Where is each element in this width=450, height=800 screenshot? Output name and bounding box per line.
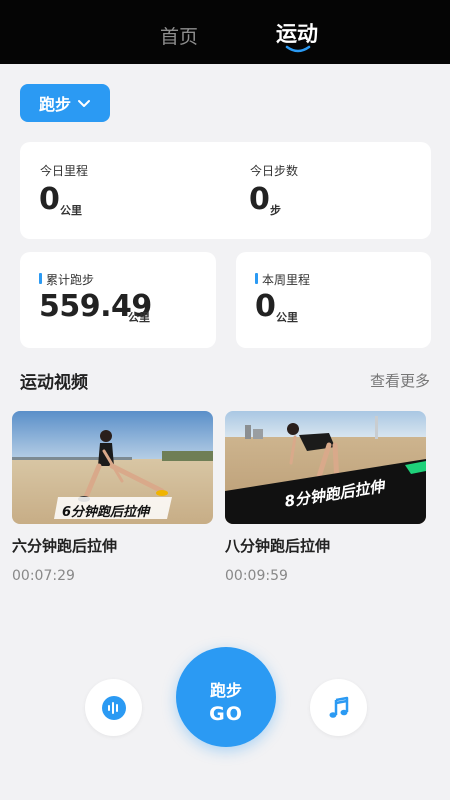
video-2-title[interactable]: 八分钟跑后拉伸 — [225, 535, 330, 556]
week-distance-label: 本周里程 — [262, 273, 311, 287]
tab-sport[interactable]: 运动 — [276, 18, 318, 48]
video-2-image — [225, 411, 426, 524]
today-distance-label: 今日里程 — [40, 164, 89, 178]
today-stats-card: 今日里程 0 公里 今日步数 0 步 — [20, 142, 431, 239]
dropdown-label: 跑步 — [38, 95, 71, 114]
top-bar: 首页 运动 — [0, 0, 450, 64]
chevron-down-icon — [78, 100, 90, 107]
videos-section-title: 运动视频 — [20, 373, 88, 393]
go-label: GO — [209, 703, 243, 725]
start-run-label: 跑步 — [209, 681, 242, 700]
video-2-duration: 00:09:59 — [225, 568, 288, 584]
week-distance-card: 本周里程 0 公里 — [236, 252, 431, 348]
video-1-title[interactable]: 六分钟跑后拉伸 — [12, 535, 117, 556]
total-run-card: 累计跑步 559.49 公里 — [20, 252, 216, 348]
accent-bar — [39, 273, 42, 284]
music-button[interactable] — [310, 679, 367, 736]
tab-active-indicator — [285, 45, 311, 53]
today-steps-unit: 步 — [270, 204, 281, 217]
week-distance-value: 0 — [255, 289, 276, 324]
view-more-link[interactable]: 查看更多 — [370, 370, 430, 391]
sport-type-dropdown[interactable]: 跑步 — [20, 84, 110, 122]
today-steps-label: 今日步数 — [250, 164, 299, 178]
today-steps-value: 0 — [249, 182, 270, 217]
total-run-label: 累计跑步 — [46, 273, 95, 287]
start-run-button[interactable]: 跑步 GO — [176, 647, 276, 747]
audio-icon — [101, 695, 126, 720]
audio-button[interactable] — [85, 679, 142, 736]
week-distance-unit: 公里 — [276, 311, 298, 324]
total-run-unit: 公里 — [128, 311, 150, 324]
video-1-overlay-text: 6分钟跑后拉伸 — [62, 505, 150, 520]
today-distance-value: 0 — [39, 182, 60, 217]
today-distance-unit: 公里 — [60, 204, 82, 217]
accent-bar — [255, 273, 258, 284]
tab-home[interactable]: 首页 — [160, 22, 198, 49]
music-note-icon — [329, 696, 348, 718]
video-1-duration: 00:07:29 — [12, 568, 75, 584]
video-thumbnail-2[interactable]: 8分钟跑后拉伸 — [225, 411, 426, 524]
video-thumbnail-1[interactable]: 6分钟跑后拉伸 — [12, 411, 213, 524]
